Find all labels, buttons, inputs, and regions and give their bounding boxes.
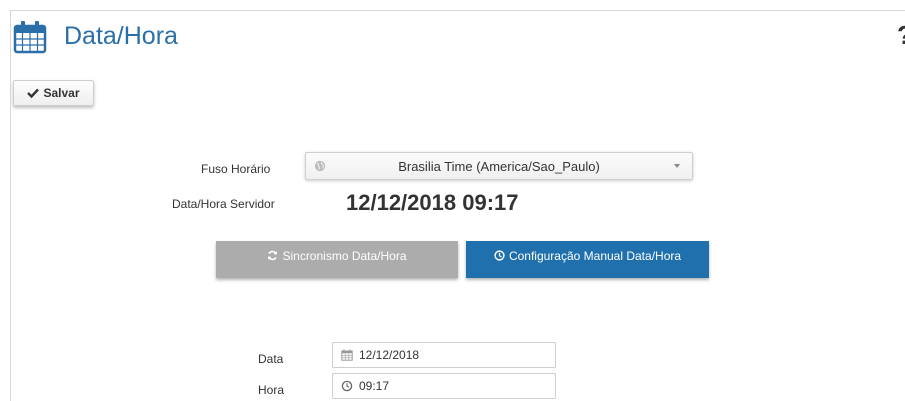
date-field[interactable]: 12/12/2018 xyxy=(332,342,556,368)
clock-icon xyxy=(494,250,505,261)
calendar-icon xyxy=(341,349,353,361)
calendar-icon xyxy=(13,21,47,54)
timezone-select[interactable]: Brasilia Time (America/Sao_Paulo) xyxy=(305,152,693,180)
time-field[interactable]: 09:17 xyxy=(332,373,556,399)
save-button-label: Salvar xyxy=(43,86,80,100)
timezone-label: Fuso Horário xyxy=(201,162,271,176)
time-value: 09:17 xyxy=(359,379,390,393)
question-icon[interactable]: ? xyxy=(897,20,905,51)
time-label: Hora xyxy=(258,383,285,397)
manual-datetime-label: Configuração Manual Data/Hora xyxy=(508,248,682,263)
page-title: Data/Hora xyxy=(64,22,178,50)
date-value: 12/12/2018 xyxy=(359,348,420,362)
server-time-value: 12/12/2018 09:17 xyxy=(346,190,519,215)
server-time-label: Data/Hora Servidor xyxy=(172,197,275,211)
manual-datetime-button[interactable]: Configuração Manual Data/Hora xyxy=(466,241,709,278)
refresh-icon xyxy=(268,250,278,261)
timezone-value: Brasilia Time (America/Sao_Paulo) xyxy=(398,159,600,174)
sync-datetime-label: Sincronismo Data/Hora xyxy=(282,248,407,263)
sync-datetime-button[interactable]: Sincronismo Data/Hora xyxy=(216,241,458,278)
check-icon xyxy=(27,88,40,98)
chevron-down-icon xyxy=(674,164,680,168)
clock-icon xyxy=(341,380,353,392)
save-button[interactable]: Salvar xyxy=(13,80,94,106)
date-label: Data xyxy=(258,352,284,366)
